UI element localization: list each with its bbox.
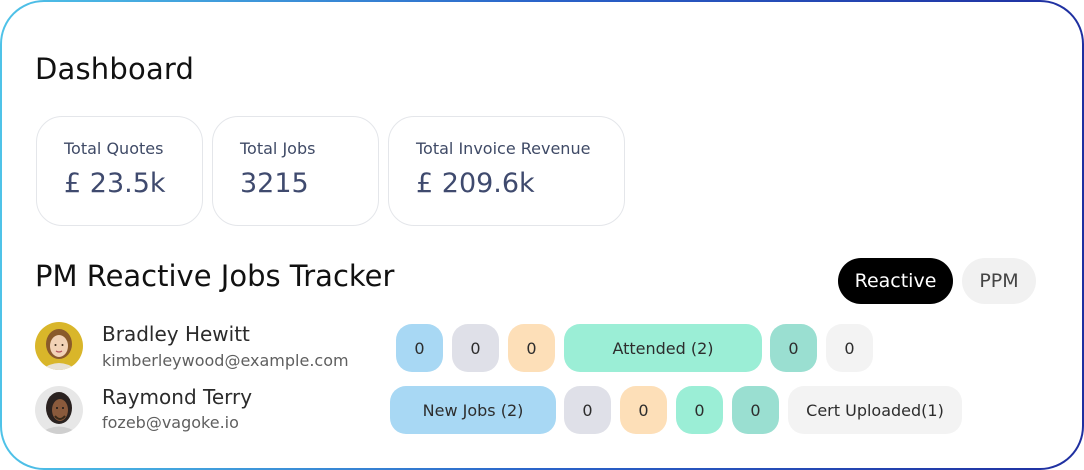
stat-label: Total Jobs: [240, 139, 316, 158]
stat-value: £ 23.5k: [64, 168, 166, 199]
person-name: Raymond Terry: [102, 385, 253, 409]
person-email: kimberleywood@example.com: [102, 351, 349, 370]
ppm-toggle-button[interactable]: PPM: [962, 258, 1036, 304]
tracker-title: PM Reactive Jobs Tracker: [35, 259, 395, 293]
dashboard-card: Dashboard Total Quotes £ 23.5k Total Job…: [2, 2, 1082, 468]
status-pill[interactable]: 0: [508, 324, 555, 372]
person-email: fozeb@vagoke.io: [102, 413, 239, 432]
status-pill[interactable]: 0: [732, 386, 779, 434]
status-pill-new-jobs[interactable]: New Jobs (2): [390, 386, 556, 434]
dashboard-frame: Dashboard Total Quotes £ 23.5k Total Job…: [0, 0, 1084, 470]
status-pill-cert-uploaded[interactable]: Cert Uploaded(1): [788, 386, 962, 434]
reactive-toggle-button[interactable]: Reactive: [838, 258, 953, 304]
status-pill[interactable]: 0: [676, 386, 723, 434]
avatar: [35, 322, 83, 370]
stat-value: £ 209.6k: [416, 168, 535, 199]
stat-card-total-quotes: Total Quotes £ 23.5k: [36, 116, 203, 226]
stat-label: Total Invoice Revenue: [416, 139, 591, 158]
stat-label: Total Quotes: [64, 139, 164, 158]
status-pill[interactable]: 0: [396, 324, 443, 372]
status-pill[interactable]: 0: [564, 386, 611, 434]
stat-card-total-jobs: Total Jobs 3215: [212, 116, 379, 226]
stat-card-total-invoice-revenue: Total Invoice Revenue £ 209.6k: [388, 116, 625, 226]
avatar: [35, 386, 83, 434]
status-pill[interactable]: 0: [826, 324, 873, 372]
stat-value: 3215: [240, 168, 309, 199]
status-pill[interactable]: 0: [770, 324, 817, 372]
person-name: Bradley Hewitt: [102, 322, 250, 346]
status-pill[interactable]: 0: [620, 386, 667, 434]
page-title: Dashboard: [35, 52, 195, 86]
status-pill[interactable]: 0: [452, 324, 499, 372]
status-pill-attended[interactable]: Attended (2): [564, 324, 762, 372]
